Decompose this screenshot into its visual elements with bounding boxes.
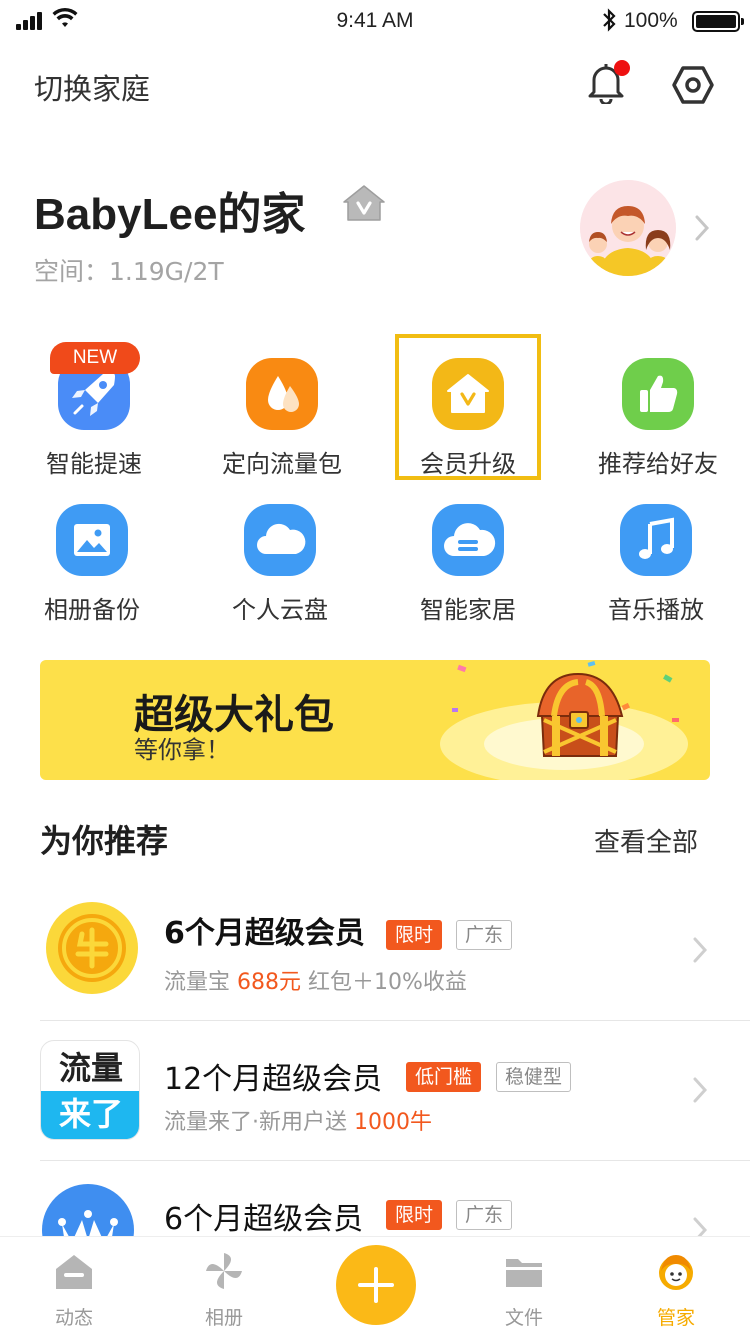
grid-item-data-package[interactable]: 定向流量包 — [192, 348, 372, 488]
coin-icon — [46, 902, 138, 994]
liuliang-app-icon: 流量 来了 — [40, 1040, 140, 1140]
pinwheel-icon — [206, 1253, 242, 1289]
view-all-link[interactable]: 查看全部 — [594, 822, 698, 859]
grid-label: 智能家居 — [420, 596, 516, 624]
tag-badge: 广东 — [456, 1200, 513, 1230]
grid-item-personal-cloud[interactable]: 个人云盘 — [190, 494, 370, 634]
grid-label: 音乐播放 — [608, 596, 704, 624]
list-item[interactable]: 流量 来了 12个月超级会员 低门槛 稳健型 流量来了·新用户送 1000牛 — [0, 1020, 750, 1160]
tag-badge: 限时 — [386, 1200, 443, 1230]
tag-badge: 低门槛 — [406, 1062, 482, 1092]
treasure-chest-icon — [440, 661, 688, 780]
chevron-right-icon — [693, 1077, 708, 1103]
banner-subtitle: 等你拿！ — [134, 736, 230, 764]
tab-label: 相册 — [204, 1307, 243, 1329]
item-title: 6个月超级会员 — [164, 1202, 364, 1236]
battery-icon — [692, 11, 744, 32]
grid-label: 定向流量包 — [222, 450, 342, 478]
tab-label: 文件 — [504, 1307, 543, 1329]
item-title: 6个月超级会员 — [164, 916, 365, 951]
list-item[interactable]: 6个月超级会员 限时 广东 — [0, 1160, 750, 1236]
vip-house-icon — [343, 185, 385, 221]
grid-item-recommend-friend[interactable]: 推荐给好友 — [568, 348, 748, 488]
bluetooth-icon — [603, 8, 616, 32]
smart-cloud-icon — [432, 504, 504, 576]
thumbs-up-icon — [622, 358, 694, 430]
item-desc: 流量来了·新用户送 1000牛 — [164, 1110, 432, 1135]
tag-badge: 广东 — [456, 920, 513, 950]
image-icon — [56, 504, 128, 576]
tag-badge: 稳健型 — [496, 1062, 572, 1092]
tab-butler[interactable]: 管家 — [616, 1237, 736, 1334]
highlight-box — [395, 334, 541, 480]
music-note-icon — [620, 504, 692, 576]
new-badge: NEW — [50, 342, 140, 374]
tag-badge: 限时 — [386, 920, 443, 950]
family-name: BabyLee的家 — [34, 190, 306, 239]
recommend-title: 为你推荐 — [40, 822, 169, 860]
battery-percent: 100% — [624, 9, 678, 32]
grid-label: 智能提速 — [46, 450, 142, 478]
family-avatar[interactable] — [580, 180, 676, 276]
chevron-right-icon — [693, 1217, 708, 1236]
grid-label: 推荐给好友 — [598, 450, 718, 478]
tab-album[interactable]: 相册 — [164, 1237, 284, 1334]
crown-icon — [42, 1184, 134, 1236]
chevron-right-icon — [693, 937, 708, 963]
grid-item-music-play[interactable]: 音乐播放 — [566, 494, 746, 634]
switch-family-button[interactable]: 切换家庭 — [34, 66, 150, 108]
folder-icon — [506, 1259, 542, 1287]
drops-icon — [246, 358, 318, 430]
settings-hexagon-icon[interactable] — [672, 64, 714, 106]
add-button[interactable] — [336, 1245, 416, 1325]
storage-space: 空间：1.19G/2T — [34, 257, 224, 286]
list-item[interactable]: 6个月超级会员 限时 广东 流量宝 688元 红包＋10%收益 — [0, 880, 750, 1020]
tab-feed[interactable]: 动态 — [14, 1237, 134, 1334]
status-bar: 9:41 AM 100% — [0, 0, 750, 44]
tab-files[interactable]: 文件 — [464, 1237, 584, 1334]
butler-face-icon — [659, 1255, 693, 1290]
house-feed-icon — [56, 1255, 92, 1289]
grid-item-smart-home[interactable]: 智能家居 — [378, 494, 558, 634]
grid-label: 个人云盘 — [232, 596, 328, 624]
grid-item-album-backup[interactable]: 相册备份 — [2, 494, 182, 634]
tab-label: 动态 — [54, 1307, 93, 1329]
item-title: 12个月超级会员 — [164, 1062, 383, 1097]
promo-banner[interactable]: 超级大礼包 等你拿！ — [40, 660, 710, 780]
chevron-right-icon[interactable] — [694, 214, 710, 242]
tab-label: 管家 — [656, 1307, 695, 1329]
cloud-icon — [244, 504, 316, 576]
notification-dot — [614, 60, 630, 76]
grid-label: 相册备份 — [44, 596, 140, 624]
item-desc: 流量宝 688元 红包＋10%收益 — [164, 970, 467, 995]
